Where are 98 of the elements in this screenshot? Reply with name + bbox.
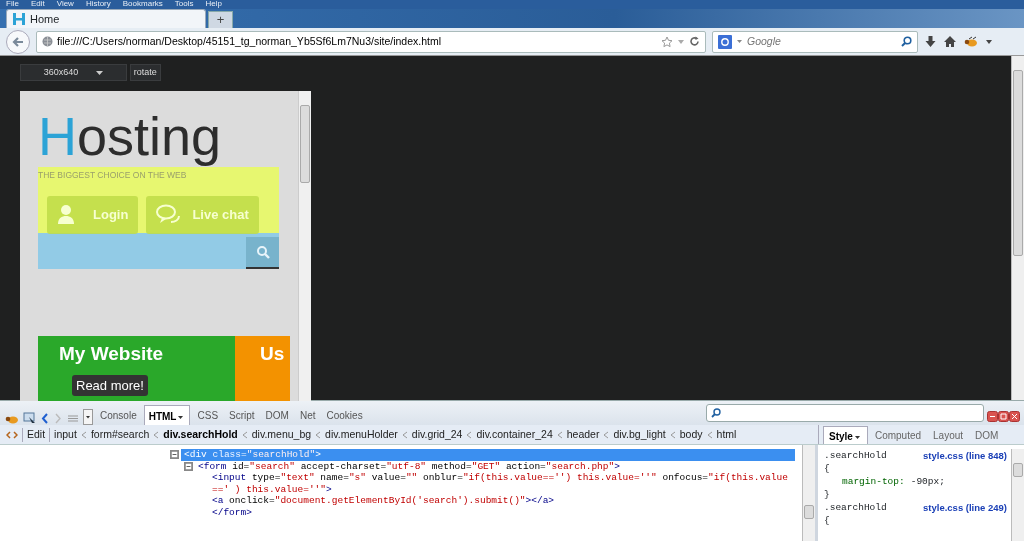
minimize-icon[interactable]	[987, 411, 998, 423]
download-icon[interactable]	[924, 35, 937, 48]
tab-title: Home	[30, 11, 60, 27]
dropdown-icon[interactable]	[736, 38, 743, 45]
panel-tab[interactable]: Script	[225, 405, 259, 425]
dropdown-icon[interactable]	[985, 37, 993, 46]
back-button[interactable]	[6, 29, 30, 54]
dropdown-icon[interactable]	[83, 409, 93, 425]
chevron-icon	[315, 430, 322, 439]
menu-item[interactable]: View	[56, 0, 74, 9]
menu-item[interactable]: Bookmarks	[122, 0, 163, 9]
brace: {	[824, 514, 831, 527]
search-icon	[255, 245, 270, 259]
chevron-icon	[706, 430, 713, 439]
breadcrumb[interactable]: header	[566, 426, 600, 443]
dropdown-icon	[96, 69, 104, 76]
panel-tab[interactable]: HTML	[143, 405, 191, 425]
chevron-icon	[153, 430, 160, 439]
breadcrumb[interactable]: form#search	[90, 426, 150, 443]
search-icon	[711, 408, 721, 418]
home-icon[interactable]	[943, 35, 957, 48]
panel-tab[interactable]: Console	[96, 405, 141, 425]
chevron-icon	[80, 430, 87, 439]
breadcrumb[interactable]: div.menuHolder	[325, 426, 398, 443]
css-declaration: margin-top: -90px;	[841, 475, 946, 488]
address-bar[interactable]: file:///C:/Users/norman/Desktop/45151_tg_norman_Yb5Sf6Lm7Nu3/site/index.html	[36, 30, 706, 53]
collapse-toggle-icon[interactable]	[170, 450, 179, 459]
brace: }	[824, 488, 831, 501]
breadcrumb[interactable]: html	[716, 426, 737, 443]
read-more-button[interactable]: Read more!	[72, 374, 148, 396]
chevron-icon	[669, 430, 676, 439]
menu-item[interactable]: Help	[205, 0, 222, 9]
site-logo[interactable]: Hosting	[38, 105, 298, 167]
code-line[interactable]: <form id="search" accept-charset="utf-8" method="GET" action="search.php">	[195, 460, 623, 472]
close-icon[interactable]	[1009, 411, 1020, 423]
caret-icon	[852, 433, 862, 442]
code-line[interactable]: <a onclick="document.getElementById('search').submit()"></a>	[209, 495, 558, 507]
scrollbar[interactable]	[1011, 56, 1024, 400]
scrollbar[interactable]	[802, 445, 815, 541]
star-icon[interactable]	[661, 35, 673, 48]
source-link[interactable]: style.css (line 848)	[923, 449, 1007, 462]
search-button[interactable]	[246, 237, 279, 269]
inspect-icon[interactable]	[23, 412, 37, 425]
search-input[interactable]	[38, 233, 279, 269]
panel-tab[interactable]: Net	[295, 405, 320, 425]
search-box[interactable]: Google	[712, 30, 918, 53]
breadcrumb[interactable]: div.container_24	[476, 426, 553, 443]
brace: {	[824, 462, 831, 475]
chevron-icon	[401, 430, 408, 439]
css-selector: .searchHold	[824, 449, 887, 462]
menu-item[interactable]: File	[6, 0, 19, 9]
menu-item[interactable]: Edit	[30, 0, 45, 9]
side-panel-tab[interactable]: DOM	[970, 426, 1004, 444]
side-panel-tab[interactable]: Computed	[869, 426, 927, 444]
collapse-toggle-icon[interactable]	[184, 461, 193, 471]
search-engine-icon	[718, 34, 732, 49]
globe-icon	[42, 36, 53, 47]
breadcrumb[interactable]: input	[54, 426, 77, 443]
code-line[interactable]: </form>	[209, 506, 255, 518]
caret-icon	[176, 413, 186, 422]
breadcrumb[interactable]: div.bg_light	[613, 426, 666, 443]
reload-icon[interactable]	[689, 36, 700, 47]
menu-item[interactable]: History	[85, 0, 111, 9]
panel-tab[interactable]: DOM	[261, 405, 293, 425]
tagline: THE BIGGEST CHOICE ON THE WEB	[38, 169, 187, 182]
chevron-icon	[556, 430, 563, 439]
scrollbar[interactable]	[298, 91, 311, 401]
breadcrumb[interactable]: div.menu_bg	[251, 426, 312, 443]
breadcrumb[interactable]: div.grid_24	[411, 426, 463, 443]
chevron-icon	[603, 430, 610, 439]
panel-tab[interactable]: Cookies	[322, 405, 367, 425]
rotate-button[interactable]: rotate	[129, 64, 161, 81]
side-panel-tab[interactable]: Style	[823, 426, 868, 444]
back-icon[interactable]	[40, 412, 50, 425]
side-panel-tab[interactable]: Layout	[928, 426, 969, 444]
panel-tab[interactable]: CSS	[193, 405, 223, 425]
css-selector: .searchHold	[824, 501, 887, 514]
tile-title: My Website	[59, 342, 165, 366]
chevron-icon	[466, 430, 473, 439]
code-line[interactable]: <input type="text" name="s" value="" onblur="if(this.value=='') this.value=''" onfocus="if(this.value ==' ) this.value=''">	[209, 472, 802, 495]
speech-bubbles-icon	[156, 204, 181, 226]
back-arrow-icon	[12, 35, 24, 48]
chevron-icon	[241, 430, 248, 439]
breadcrumb[interactable]: body	[679, 426, 703, 443]
html-icon[interactable]	[6, 428, 18, 441]
bug-icon[interactable]	[963, 35, 979, 48]
source-link[interactable]: style.css (line 249)	[923, 501, 1007, 514]
menu-item[interactable]: Tools	[174, 0, 194, 9]
breadcrumb[interactable]: div.searchHold	[163, 426, 238, 443]
site-icon	[12, 12, 26, 26]
scrollbar[interactable]	[1011, 449, 1024, 541]
tile-title: Us	[260, 342, 286, 366]
restore-icon[interactable]	[998, 411, 1009, 423]
browser-tab[interactable]: Home	[6, 9, 206, 28]
new-tab-button[interactable]: +	[208, 11, 233, 28]
search-icon[interactable]	[901, 36, 912, 47]
edit-button[interactable]: Edit	[27, 426, 46, 443]
device-select[interactable]: 360x640	[20, 64, 127, 81]
